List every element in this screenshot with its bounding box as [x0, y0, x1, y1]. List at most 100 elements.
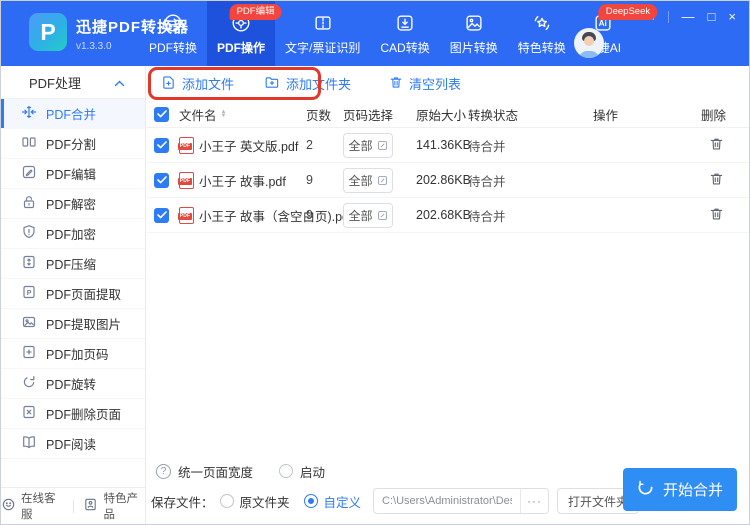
column-header-delete: 删除 [701, 108, 727, 123]
page-select-button[interactable]: 全部 [343, 132, 393, 158]
row-checkbox[interactable] [154, 172, 169, 188]
svg-text:P: P [27, 290, 32, 297]
add-file-icon [161, 75, 176, 93]
sidebar-item-pdf-merge[interactable]: PDF合并 [1, 99, 145, 129]
table-row: PDF 小王子 故事.pdf 9 全部 202.86KB 待合并 [147, 163, 749, 198]
minimize-icon[interactable]: — [682, 10, 695, 23]
pdf-file-icon: PDF [178, 171, 194, 189]
sidebar-item-pdf-decrypt[interactable]: PDF解密 [1, 189, 145, 219]
file-toolbar: 添加文件 添加文件夹 清空列表 [147, 66, 749, 101]
launch-radio[interactable] [279, 464, 294, 478]
window-controls: ≡ — □ × [647, 10, 736, 23]
nav-cad-convert[interactable]: CAD转换 [370, 1, 439, 66]
page-count: 9 [306, 173, 313, 187]
star-convert-icon [531, 12, 553, 34]
unlock-icon [21, 194, 37, 213]
original-folder-label: 原文件夹 [239, 495, 290, 510]
nav-ocr[interactable]: 文字/票证识别 [275, 1, 370, 66]
add-folder-icon [264, 75, 280, 93]
chat-smile-icon [1, 497, 16, 515]
sidebar-item-pdf-page-extract[interactable]: P PDF页面提取 [1, 279, 145, 309]
nav-special-convert[interactable]: 特色转换 [508, 1, 576, 66]
column-header-page-select: 页码选择 [343, 108, 394, 123]
row-checkbox[interactable] [154, 207, 169, 223]
delete-row-button[interactable] [707, 134, 726, 157]
sidebar-item-pdf-edit[interactable]: PDF编辑 [1, 159, 145, 189]
svg-text:Ai: Ai [599, 19, 607, 28]
launch-label: 启动 [300, 465, 326, 480]
main-content: 添加文件 添加文件夹 清空列表 文件名 ▲ ▼ 页数 页码选择 原始大小 转换状态… [147, 66, 749, 524]
save-location-row: 保存文件： 原文件夹 自定义 ··· 打开文件夹 [151, 488, 640, 514]
image-icon [463, 12, 485, 34]
main-nav: PDF转换 PDF编辑 PDF操作 文字/票证识别 CAD转换 图片转换 特色转… [139, 1, 658, 66]
add-file-button[interactable]: 添加文件 [161, 74, 234, 93]
chevron-up-icon [114, 75, 125, 90]
sidebar-item-pdf-split[interactable]: PDF分割 [1, 129, 145, 159]
page-select-button[interactable]: 全部 [343, 202, 393, 228]
custom-folder-label: 自定义 [323, 495, 362, 510]
sort-icon[interactable]: ▲ ▼ [221, 109, 227, 119]
page-count: 9 [306, 208, 313, 222]
merge-icon [21, 104, 37, 123]
sidebar-group-pdf-processing[interactable]: PDF处理 [1, 66, 145, 99]
delete-row-button[interactable] [707, 169, 726, 192]
original-folder-radio[interactable] [219, 494, 234, 508]
custom-folder-radio[interactable] [303, 494, 318, 508]
open-book-icon [21, 434, 37, 453]
maximize-icon[interactable]: □ [708, 10, 716, 23]
sidebar-footer: 在线客服 特色产品 [1, 487, 145, 524]
sidebar-item-pdf-compress[interactable]: PDF压缩 [1, 249, 145, 279]
save-path-input[interactable] [374, 495, 521, 507]
cad-download-icon [394, 12, 416, 34]
save-path-control: ··· [373, 488, 550, 514]
column-header-size: 原始大小 [416, 108, 467, 123]
column-header-status: 转换状态 [468, 108, 519, 123]
status-text: 待合并 [468, 209, 506, 224]
close-icon[interactable]: × [728, 10, 736, 23]
page-extract-icon: P [21, 284, 37, 303]
sidebar-item-pdf-delete-page[interactable]: PDF删除页面 [1, 399, 145, 429]
sidebar-item-pdf-encrypt[interactable]: PDF加密 [1, 219, 145, 249]
table-header: 文件名 ▲ ▼ 页数 页码选择 原始大小 转换状态 操作 删除 [147, 101, 749, 128]
add-page-number-icon [21, 344, 37, 363]
sidebar-item-pdf-read[interactable]: PDF阅读 [1, 429, 145, 459]
divider [667, 10, 669, 23]
top-header-bar: P 迅捷PDF转换器 v1.3.3.0 PDF转换 PDF编辑 PDF操作 文字… [1, 1, 749, 66]
page-select-button[interactable]: 全部 [343, 167, 393, 193]
delete-row-button[interactable] [707, 204, 726, 227]
page-width-option-row: ? 统一页面宽度 启动 [156, 462, 325, 480]
convert-icon [162, 12, 184, 34]
file-name: 小王子 故事.pdf [199, 174, 286, 189]
online-service-link[interactable]: 在线客服 [1, 490, 63, 522]
add-folder-button[interactable]: 添加文件夹 [264, 74, 351, 93]
nav-pdf-convert[interactable]: PDF转换 [139, 1, 207, 66]
shield-icon [21, 224, 37, 243]
sidebar-item-pdf-rotate[interactable]: PDF旋转 [1, 369, 145, 399]
id-badge-icon [83, 497, 98, 515]
start-merge-button[interactable]: 开始合并 [623, 468, 737, 511]
file-size: 202.68KB [416, 208, 471, 222]
nav-image-convert[interactable]: 图片转换 [440, 1, 508, 66]
sidebar: PDF处理 PDF合并 PDF分割 PDF编辑 PDF解密 PDF加密 PDF压… [1, 66, 146, 524]
sidebar-item-pdf-add-page-number[interactable]: PDF加页码 [1, 339, 145, 369]
column-header-action: 操作 [593, 108, 619, 123]
table-row: PDF 小王子 故事（含空白页).pdf 9 全部 202.68KB 待合并 [147, 198, 749, 233]
edit-pencil-icon [21, 164, 37, 183]
help-question-icon[interactable]: ? [156, 463, 171, 479]
browse-button[interactable]: ··· [520, 489, 549, 513]
row-checkbox[interactable] [154, 137, 169, 153]
split-icon [21, 134, 37, 153]
nav-pdf-operate[interactable]: PDF编辑 PDF操作 [207, 1, 282, 66]
compress-icon [21, 254, 37, 273]
column-header-filename: 文件名 [179, 108, 217, 123]
deepseek-badge: DeepSeek [598, 4, 658, 20]
uniform-width-label: 统一页面宽度 [178, 465, 254, 480]
featured-products-link[interactable]: 特色产品 [83, 490, 145, 522]
clear-list-button[interactable]: 清空列表 [389, 74, 461, 93]
select-all-checkbox[interactable] [154, 106, 169, 122]
column-header-pages: 页数 [306, 108, 332, 123]
rotate-icon [21, 374, 37, 393]
sidebar-item-pdf-extract-image[interactable]: PDF提取图片 [1, 309, 145, 339]
user-avatar[interactable] [574, 28, 604, 58]
divider [72, 499, 74, 513]
